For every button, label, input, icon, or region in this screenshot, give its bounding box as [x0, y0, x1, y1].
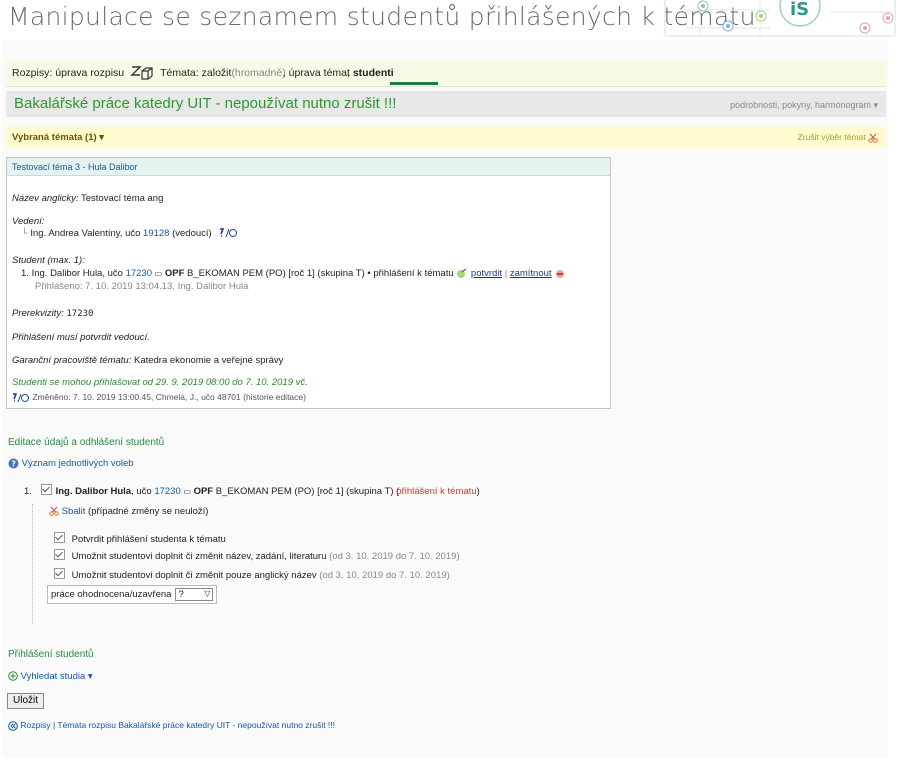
allow-edit-all-label: Umožnit studentovi doplnit či změnit náz… — [71, 551, 327, 562]
page-title: Manipulace se seznamem studentů přihláše… — [8, 2, 756, 31]
confirm-signup-checkbox[interactable] — [54, 532, 65, 543]
status-label: práce ohodnocena/uzavřena — [51, 589, 172, 600]
uco-prefix: , učo — [131, 486, 152, 497]
english-name-value: Testovací téma ang — [81, 193, 164, 204]
allow-edit-en-label: Umožnit studentovi doplnit či změnit pou… — [71, 570, 317, 581]
help-link[interactable]: Význam jednotlivých voleb — [22, 458, 134, 469]
mail-icon[interactable] — [218, 228, 238, 238]
allow-edit-all-checkbox[interactable] — [54, 549, 65, 560]
student-checkbox[interactable] — [40, 484, 52, 495]
is-logo: iS — [664, 0, 896, 38]
tab-separator: , — [282, 67, 286, 79]
chevron-down-icon: ▽ — [204, 589, 211, 598]
reject-icon — [556, 270, 565, 278]
page-header: Manipulace se seznamem studentů přihláše… — [0, 0, 900, 40]
student-faculty: OPF — [164, 268, 185, 280]
supervisor-uco-link[interactable]: 19128 — [143, 228, 169, 239]
guarantor-label: Garanční pracoviště tématu: — [12, 355, 132, 366]
status-link[interactable]: přihlášení k tématu — [396, 486, 476, 497]
confirm-link[interactable]: potvrdit — [471, 268, 502, 279]
reject-link[interactable]: zamítnout — [510, 268, 552, 279]
changed-info: Změněno: 7. 10. 2019 13:00.45, Chmela, J… — [32, 392, 306, 402]
selected-topics-dropdown[interactable]: Vybraná témata (1) ▾ — [12, 132, 104, 143]
collapse-link[interactable]: Sbalit — [62, 506, 86, 517]
student-row-number: 1. — [24, 486, 32, 497]
tab-separator: , — [346, 67, 350, 79]
back-icon — [8, 720, 18, 731]
edit-student-uco-link[interactable]: 17230 — [154, 486, 180, 497]
tree-branch: └ — [21, 228, 28, 239]
english-name-label: Název anglicky: — [12, 193, 79, 204]
must-confirm-note: Přihlášení musí potvrdit vedoucí. — [12, 332, 150, 343]
course-title: Bakalářské práce katedry UIT - nepoužíva… — [14, 95, 397, 112]
student-card-icon: ▭ — [154, 269, 163, 279]
nav-tabbar: Rozpisy: úprava rozpisu Témata: založit … — [6, 60, 886, 87]
allow-edit-all-dates: (od 3. 10. 2019 do 7. 10. 2019) — [329, 551, 460, 562]
guarantor-value: Katedra ekonomie a veřejné správy — [133, 355, 284, 366]
back-links[interactable]: Rozpisy | Témata rozpisu Bakalářské prác… — [20, 720, 335, 730]
cancel-selection-label: Zrušit výběr témat — [797, 132, 866, 142]
svg-text:?: ? — [11, 460, 16, 469]
paren-close: ) — [476, 486, 480, 497]
status-select[interactable]: ? ▽ — [175, 588, 214, 601]
edit-options-box — [32, 504, 238, 624]
tab-edit-topics[interactable]: úprava témat — [289, 67, 350, 79]
student-label: Student (max. 1): — [12, 255, 85, 266]
edit-section-title: Editace údajů a odhlášení studentů — [8, 437, 165, 448]
course-details-menu[interactable]: podrobnosti, pokyny, harmonogram ▾ — [730, 100, 878, 111]
link-separator: | — [504, 268, 508, 280]
search-studies-dropdown[interactable]: Vyhledat studia ▾ — [21, 671, 93, 682]
prereq-label: Prerekvizity: — [12, 308, 64, 319]
collapse-icon — [49, 507, 59, 517]
scissors-icon — [868, 133, 878, 143]
status-row: práce ohodnocena/uzavřena ? ▽ — [47, 585, 218, 604]
student-card-icon: ▭ — [183, 487, 191, 496]
course-bar: Bakalářské práce katedry UIT - nepoužíva… — [6, 91, 886, 117]
selected-topics-bar: Vybraná témata (1) ▾ Zrušit výběr témat — [6, 126, 886, 148]
status-selected-value: ? — [178, 589, 184, 600]
supervision-label: Vedení: — [12, 216, 45, 227]
active-tab-indicator — [390, 82, 438, 85]
help-icon: ? — [8, 458, 19, 469]
supervisor-role: (vedoucí) — [172, 228, 212, 239]
cancel-selection-link[interactable]: Zrušit výběr témat — [798, 132, 878, 143]
tab-create-topic[interactable]: založit — [202, 67, 232, 79]
signup-info: Přihlášeno: 7. 10. 2019 13:04.13, Ing. D… — [35, 281, 249, 292]
collapse-note: (případné změny se neuloží) — [88, 506, 209, 517]
mail-icon[interactable] — [12, 392, 30, 403]
confirm-icon — [457, 268, 467, 278]
topics-icon — [130, 66, 153, 80]
tab-students[interactable]: studenti — [353, 67, 394, 79]
allow-edit-en-checkbox[interactable] — [54, 568, 65, 579]
edit-student-name: Ing. Dalibor Hula — [55, 486, 132, 497]
confirm-signup-label: Potvrdit přihlášení studenta k tématu — [71, 534, 226, 545]
supervisor-name: Ing. Andrea Valentíny, učo — [30, 228, 141, 239]
page-content: Rozpisy: úprava rozpisu Témata: založit … — [2, 40, 888, 758]
topic-card: Testovací téma 3 - Hula Dalibor Název an… — [6, 157, 611, 409]
student-name: Ing. Dalibor Hula, učo — [31, 268, 123, 280]
edit-student-faculty: OPF — [193, 486, 214, 497]
student-uco-link[interactable]: 17230 — [126, 268, 152, 279]
student-number: 1. — [21, 268, 29, 280]
signup-section-title: Přihlášení studentů — [8, 649, 94, 660]
add-icon — [8, 671, 18, 682]
tab-create-bulk[interactable]: (hromadně) — [231, 67, 285, 79]
allow-edit-en-dates: (od 3. 10. 2019 do 7. 10. 2019) — [319, 570, 450, 581]
topics-label: Témata: — [160, 67, 199, 79]
topic-card-header: Testovací téma 3 - Hula Dalibor — [7, 158, 610, 176]
signup-period: Studenti se mohou přihlašovat od 29. 9. … — [12, 377, 308, 388]
nav-prefix: Rozpisy: — [12, 67, 53, 79]
svg-text:iS: iS — [790, 0, 809, 20]
student-program: B_EKOMAN PEM (PO) [roč 1] (skupina T) • … — [187, 268, 454, 280]
edit-student-program: B_EKOMAN PEM (PO) [roč 1] (skupina T) — [215, 486, 394, 497]
prereq-value: 17230 — [66, 309, 94, 319]
save-button[interactable]: Uložit — [7, 693, 45, 709]
tab-edit-schedule[interactable]: úprava rozpisu — [55, 67, 124, 79]
